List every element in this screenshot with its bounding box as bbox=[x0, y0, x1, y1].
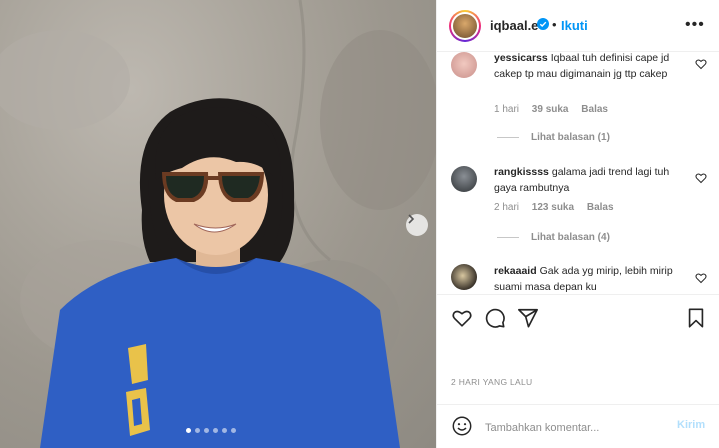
heart-icon[interactable] bbox=[451, 307, 473, 329]
post-header: iqbaal.e • Ikuti ••• bbox=[437, 0, 719, 52]
post-photo bbox=[0, 0, 436, 448]
avatar[interactable] bbox=[451, 264, 477, 290]
comment-time: 1 hari bbox=[494, 104, 520, 115]
post-details-panel: iqbaal.e • Ikuti ••• yessicarss Iqbaal tu… bbox=[436, 0, 719, 448]
carousel-dot bbox=[195, 428, 200, 433]
avatar[interactable] bbox=[451, 166, 477, 192]
comment-text: rekaaaid Gak ada yg mirip, lebih mirip su… bbox=[494, 263, 677, 294]
heart-icon[interactable] bbox=[695, 58, 707, 70]
heart-icon[interactable] bbox=[695, 272, 707, 284]
send-icon[interactable] bbox=[517, 307, 539, 329]
follow-button[interactable]: Ikuti bbox=[561, 18, 588, 33]
carousel-dot bbox=[222, 428, 227, 433]
send-comment-button[interactable]: Kirim bbox=[677, 419, 705, 431]
reply-button[interactable]: Balas bbox=[587, 202, 614, 213]
carousel-next-button[interactable] bbox=[406, 214, 428, 236]
chevron-right-icon bbox=[408, 214, 415, 224]
post-username[interactable]: iqbaal.e bbox=[490, 18, 538, 33]
bookmark-icon[interactable] bbox=[685, 307, 707, 329]
carousel-dot bbox=[204, 428, 209, 433]
instagram-post-modal: iqbaal.e • Ikuti ••• yessicarss Iqbaal tu… bbox=[0, 0, 719, 448]
avatar[interactable] bbox=[451, 52, 477, 78]
comment-input[interactable] bbox=[483, 418, 667, 438]
comment-likes[interactable]: 123 suka bbox=[532, 202, 574, 213]
comment-username[interactable]: rekaaaid bbox=[494, 265, 537, 277]
more-icon[interactable]: ••• bbox=[685, 16, 705, 34]
view-replies-button[interactable]: Lihat balasan (1) bbox=[497, 132, 610, 143]
comment-icon[interactable] bbox=[484, 307, 506, 329]
view-replies-button[interactable]: Lihat balasan (4) bbox=[497, 232, 610, 243]
carousel-indicator bbox=[186, 428, 236, 433]
comments-list: yessicarss Iqbaal tuh definisi cape jd ca… bbox=[437, 52, 719, 294]
post-timestamp[interactable]: 2 HARI YANG LALU bbox=[451, 377, 533, 387]
comment-text: yessicarss Iqbaal tuh definisi cape jd ca… bbox=[494, 52, 677, 82]
view-replies-label: Lihat balasan (4) bbox=[531, 232, 610, 243]
comment-text: rangkissss galama jadi trend lagi tuh gay… bbox=[494, 164, 677, 196]
carousel-dot bbox=[186, 428, 191, 433]
header-separator: • bbox=[552, 17, 557, 32]
comment-username[interactable]: yessicarss bbox=[494, 52, 548, 64]
heart-icon[interactable] bbox=[695, 172, 707, 184]
comment-username[interactable]: rangkissss bbox=[494, 166, 549, 178]
emoji-icon[interactable] bbox=[451, 415, 473, 437]
comment-meta: 1 hari 39 suka Balas bbox=[494, 104, 618, 115]
photo-illustration bbox=[0, 0, 436, 448]
verified-badge-icon bbox=[537, 18, 549, 30]
comment-likes[interactable]: 39 suka bbox=[532, 104, 569, 115]
avatar[interactable] bbox=[449, 10, 481, 42]
add-comment-bar: Kirim bbox=[437, 404, 719, 448]
comment-meta: 2 hari 123 suka Balas bbox=[494, 202, 624, 213]
post-actions bbox=[437, 294, 719, 340]
reply-button[interactable]: Balas bbox=[581, 104, 608, 115]
carousel-dot bbox=[231, 428, 236, 433]
comment-time: 2 hari bbox=[494, 202, 520, 213]
carousel-dot bbox=[213, 428, 218, 433]
view-replies-label: Lihat balasan (1) bbox=[531, 132, 610, 143]
